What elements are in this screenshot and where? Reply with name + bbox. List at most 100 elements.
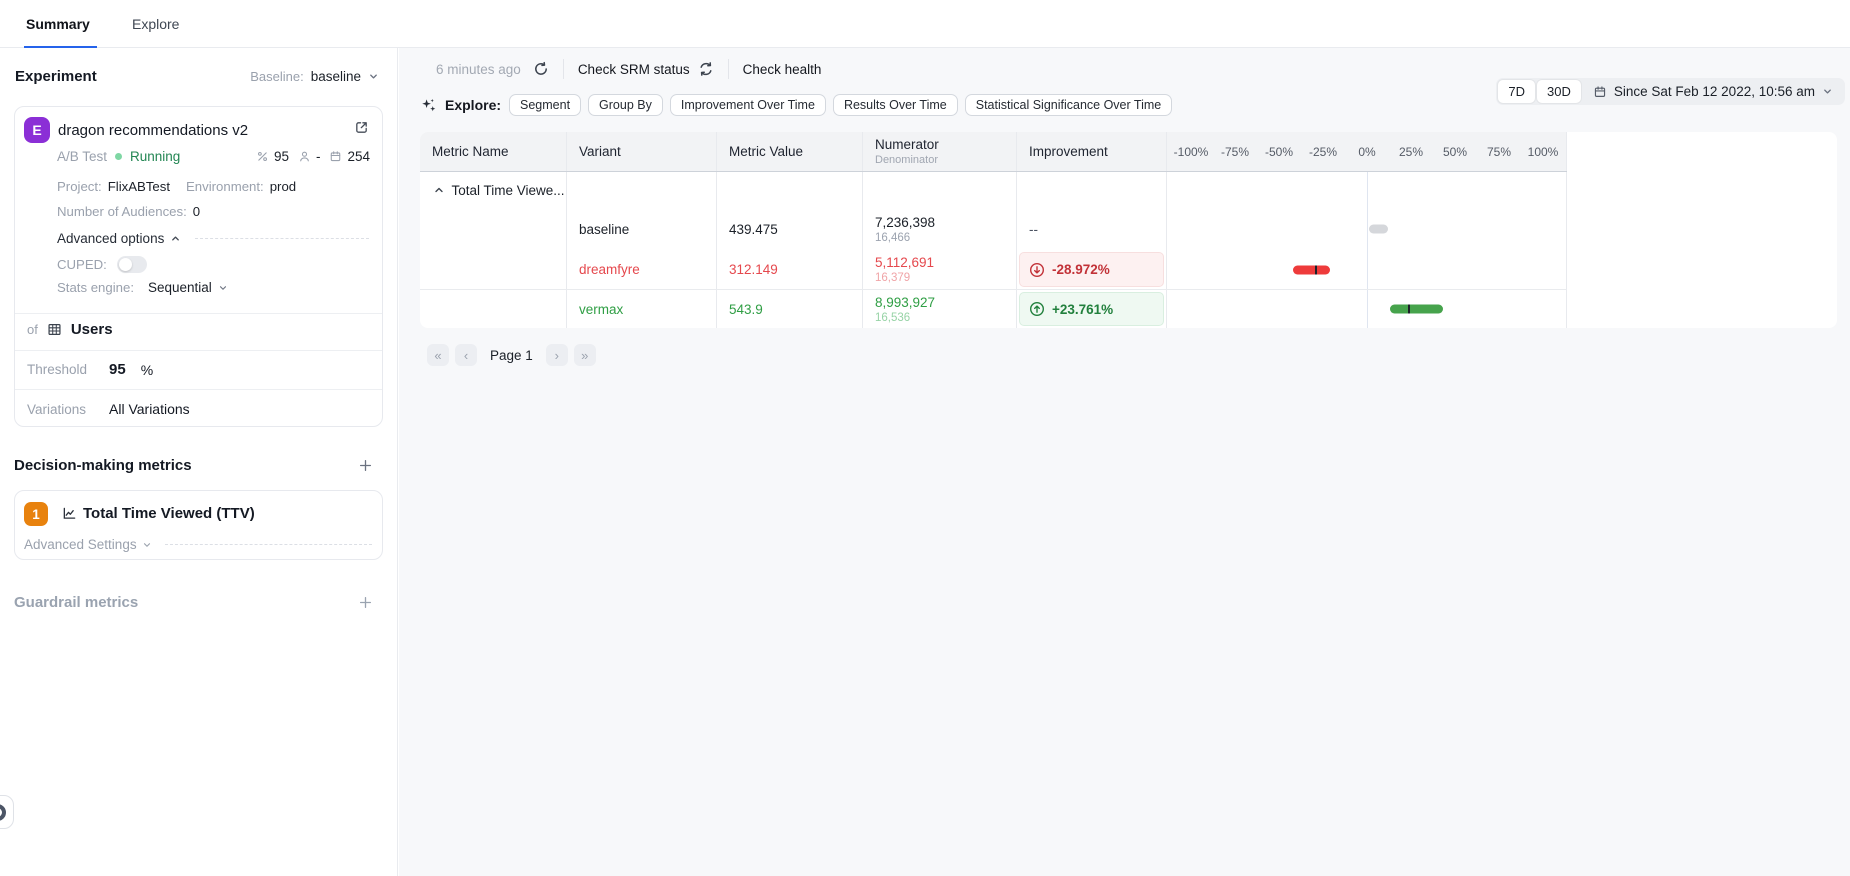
- advanced-options-toggle[interactable]: Advanced options: [57, 231, 369, 246]
- col-metric-name: Metric Name: [432, 144, 566, 159]
- status-dot: [115, 153, 122, 160]
- confidence-value: 95: [274, 149, 289, 164]
- range-30d-button[interactable]: 30D: [1537, 80, 1581, 103]
- axis-tick-label: 0%: [1358, 145, 1375, 159]
- check-srm-button[interactable]: Check SRM status: [578, 61, 714, 77]
- add-guardrail-metric-button[interactable]: [358, 595, 373, 610]
- check-health-label: Check health: [743, 62, 822, 77]
- col-numerator: Numerator: [875, 137, 1016, 152]
- tab-summary[interactable]: Summary: [26, 0, 90, 47]
- improvement-badge: +23.761%: [1019, 292, 1164, 326]
- project-value: FlixABTest: [108, 179, 170, 194]
- date-range-picker: 7D 30D Since Sat Feb 12 2022, 10:56 am: [1496, 78, 1845, 105]
- circle-arrow-up-icon: [1029, 301, 1045, 317]
- prev-page-button[interactable]: ‹: [455, 344, 477, 366]
- last-page-button[interactable]: »: [574, 344, 596, 366]
- improvement-tick: [1315, 265, 1317, 274]
- range-since-button[interactable]: Since Sat Feb 12 2022, 10:56 am: [1583, 84, 1843, 99]
- top-tab-bar: Summary Explore: [0, 0, 1850, 48]
- explore-chip[interactable]: Segment: [509, 94, 581, 116]
- experiment-sidebar: Experiment Baseline: baseline E dragon r…: [0, 48, 398, 876]
- stats-engine-value: Sequential: [148, 280, 212, 295]
- denominator-value: 16,466: [875, 232, 1016, 244]
- decision-metric-card[interactable]: 1 Total Time Viewed (TTV) Advanced Setti…: [14, 490, 383, 560]
- audiences-label: Number of Audiences:: [57, 204, 187, 219]
- improvement-value: -28.972%: [1052, 262, 1110, 277]
- project-label: Project:: [57, 179, 102, 194]
- table-row: vermax 543.9 8,993,927 16,536 +23.761%: [420, 289, 1567, 328]
- explore-chip[interactable]: Results Over Time: [833, 94, 958, 116]
- improvement-value: --: [1017, 222, 1166, 237]
- circle-arrow-down-icon: [1029, 262, 1045, 278]
- divider: [15, 389, 382, 390]
- col-variant: Variant: [579, 144, 716, 159]
- check-health-button[interactable]: Check health: [743, 62, 822, 77]
- explore-label: Explore:: [445, 97, 501, 113]
- explore-chip[interactable]: Statistical Significance Over Time: [965, 94, 1173, 116]
- guardrail-metrics-title: Guardrail metrics: [14, 594, 138, 611]
- metric-value: 439.475: [729, 222, 862, 237]
- tab-explore-label: Explore: [132, 16, 179, 32]
- percent-icon: [256, 150, 269, 163]
- confidence-interval-pill: [1293, 265, 1330, 274]
- first-page-button[interactable]: «: [427, 344, 449, 366]
- table-row: baseline 439.475 7,236,398 16,466 --: [420, 208, 1567, 250]
- advanced-settings-toggle[interactable]: Advanced Settings: [24, 537, 372, 552]
- explore-chips: Segment Group By Improvement Over Time Resu…: [509, 94, 1172, 116]
- explore-chip[interactable]: Group By: [588, 94, 663, 116]
- col-denominator: Denominator: [875, 154, 1016, 166]
- baseline-label: Baseline:: [250, 69, 303, 84]
- divider: [728, 59, 729, 79]
- table-row: dreamfyre 312.149 5,112,691 16,379 -28.9…: [420, 250, 1567, 289]
- threshold-input[interactable]: 95: [109, 361, 126, 378]
- users-stat-value: -: [316, 149, 321, 164]
- help-launcher-button[interactable]: [0, 795, 14, 829]
- stats-engine-select[interactable]: Sequential: [148, 280, 228, 295]
- metric-group-row[interactable]: Total Time Viewe...: [420, 172, 1567, 208]
- page-indicator: Page 1: [490, 348, 533, 363]
- experiment-card: E dragon recommendations v2 A/B Test Run…: [14, 106, 383, 427]
- environment-value: prod: [270, 179, 296, 194]
- metric-rank-badge: 1: [24, 502, 48, 526]
- col-metric-value: Metric Value: [729, 144, 862, 159]
- axis-tick-label: 50%: [1443, 145, 1467, 159]
- environment-label: Environment:: [186, 179, 264, 194]
- calendar-icon: [329, 150, 342, 163]
- add-decision-metric-button[interactable]: [358, 458, 373, 473]
- advanced-options-label: Advanced options: [57, 231, 164, 246]
- external-link-icon[interactable]: [354, 120, 369, 135]
- sparkles-icon: [420, 97, 437, 114]
- numerator-value: 7,236,398: [875, 215, 1016, 230]
- axis-tick-label: -100%: [1174, 145, 1209, 159]
- advanced-settings-label: Advanced Settings: [24, 537, 137, 552]
- variations-select[interactable]: All Variations: [109, 401, 190, 417]
- axis-tick-label: -50%: [1265, 145, 1293, 159]
- audiences-value: 0: [193, 204, 200, 219]
- cuped-label: CUPED:: [57, 257, 107, 272]
- user-icon: [298, 150, 311, 163]
- refresh-button[interactable]: [533, 61, 549, 77]
- tab-explore[interactable]: Explore: [132, 0, 179, 47]
- variations-label: Variations: [27, 402, 97, 417]
- explore-chip[interactable]: Improvement Over Time: [670, 94, 826, 116]
- divider: [15, 313, 382, 314]
- cuped-toggle[interactable]: [117, 256, 147, 273]
- range-since-label: Since Sat Feb 12 2022, 10:56 am: [1614, 84, 1815, 99]
- next-page-button[interactable]: ›: [546, 344, 568, 366]
- experiment-avatar: E: [24, 117, 50, 143]
- range-7d-button[interactable]: 7D: [1498, 80, 1535, 103]
- improvement-tick: [1408, 305, 1410, 314]
- axis-ticks: -100%-75%-50%-25%0%25%50%75%100%: [1167, 132, 1566, 171]
- numerator-value: 5,112,691: [875, 255, 1016, 270]
- variant-name: vermax: [579, 302, 716, 317]
- experiment-name: dragon recommendations v2: [58, 122, 248, 139]
- unit-type-value[interactable]: Users: [71, 321, 113, 338]
- baseline-selector[interactable]: Baseline: baseline: [250, 69, 379, 84]
- experiment-type-label: A/B Test: [57, 149, 107, 164]
- baseline-value: baseline: [311, 69, 361, 84]
- axis-tick-label: 100%: [1528, 145, 1559, 159]
- improvement-badge: -28.972%: [1019, 252, 1164, 287]
- chevron-up-icon: [433, 184, 445, 196]
- calendar-icon: [1593, 85, 1607, 99]
- line-chart-icon: [62, 506, 77, 521]
